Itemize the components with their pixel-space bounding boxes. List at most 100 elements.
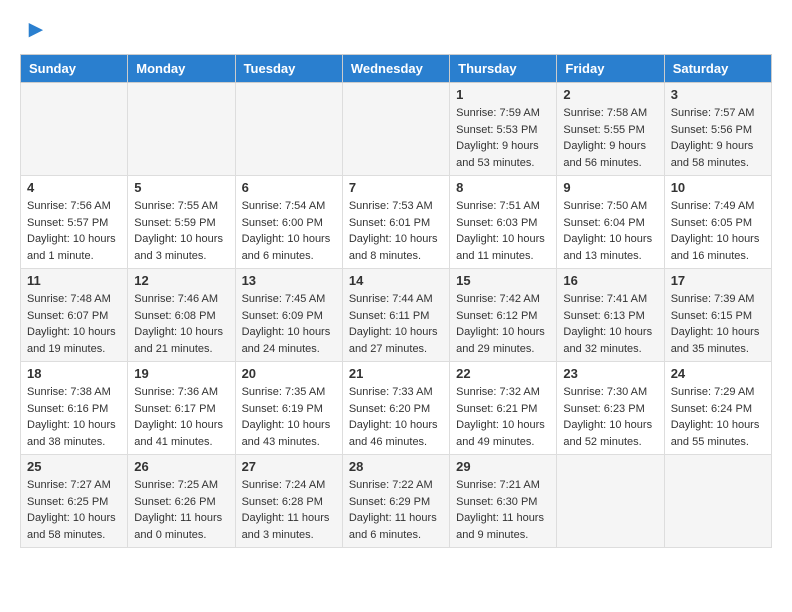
calendar-day-cell <box>664 455 771 548</box>
day-number: 17 <box>671 273 765 288</box>
day-of-week-header: Tuesday <box>235 55 342 83</box>
day-info: Sunrise: 7:53 AM Sunset: 6:01 PM Dayligh… <box>349 198 443 264</box>
calendar-day-cell: 28 Sunrise: 7:22 AM Sunset: 6:29 PM Dayli… <box>342 455 449 548</box>
calendar-day-cell: 18 Sunrise: 7:38 AM Sunset: 6:16 PM Dayli… <box>21 362 128 455</box>
calendar-day-cell <box>557 455 664 548</box>
calendar-header-row: SundayMondayTuesdayWednesdayThursdayFrid… <box>21 55 772 83</box>
calendar-day-cell: 10Sunrise: 7:49 AM Sunset: 6:05 PM Dayli… <box>664 176 771 269</box>
calendar-day-cell: 25 Sunrise: 7:27 AM Sunset: 6:25 PM Dayli… <box>21 455 128 548</box>
day-number: 2 <box>563 87 657 102</box>
day-info: Sunrise: 7:48 AM Sunset: 6:07 PM Dayligh… <box>27 291 121 357</box>
day-info: Sunrise: 7:55 AM Sunset: 5:59 PM Dayligh… <box>134 198 228 264</box>
day-number: 26 <box>134 459 228 474</box>
calendar-day-cell <box>128 83 235 176</box>
day-info: Sunrise: 7:41 AM Sunset: 6:13 PM Dayligh… <box>563 291 657 357</box>
day-info: Sunrise: 7:22 AM Sunset: 6:29 PM Dayligh… <box>349 477 443 543</box>
day-number: 28 <box>349 459 443 474</box>
day-info: Sunrise: 7:44 AM Sunset: 6:11 PM Dayligh… <box>349 291 443 357</box>
day-number: 29 <box>456 459 550 474</box>
calendar-day-cell: 24 Sunrise: 7:29 AM Sunset: 6:24 PM Dayli… <box>664 362 771 455</box>
calendar-day-cell: 20 Sunrise: 7:35 AM Sunset: 6:19 PM Dayli… <box>235 362 342 455</box>
day-number: 14 <box>349 273 443 288</box>
day-number: 13 <box>242 273 336 288</box>
day-info: Sunrise: 7:29 AM Sunset: 6:24 PM Dayligh… <box>671 384 765 450</box>
day-number: 5 <box>134 180 228 195</box>
day-info: Sunrise: 7:36 AM Sunset: 6:17 PM Dayligh… <box>134 384 228 450</box>
calendar-day-cell: 7 Sunrise: 7:53 AM Sunset: 6:01 PM Daylig… <box>342 176 449 269</box>
calendar-day-cell: 13Sunrise: 7:45 AM Sunset: 6:09 PM Dayli… <box>235 269 342 362</box>
day-info: Sunrise: 7:59 AM Sunset: 5:53 PM Dayligh… <box>456 105 550 171</box>
calendar-day-cell: 15 Sunrise: 7:42 AM Sunset: 6:12 PM Dayli… <box>450 269 557 362</box>
calendar-day-cell <box>235 83 342 176</box>
logo-bird-icon: ► <box>24 16 48 44</box>
day-number: 19 <box>134 366 228 381</box>
day-info: Sunrise: 7:57 AM Sunset: 5:56 PM Dayligh… <box>671 105 765 171</box>
day-number: 7 <box>349 180 443 195</box>
calendar-day-cell: 16 Sunrise: 7:41 AM Sunset: 6:13 PM Dayli… <box>557 269 664 362</box>
day-number: 23 <box>563 366 657 381</box>
day-info: Sunrise: 7:35 AM Sunset: 6:19 PM Dayligh… <box>242 384 336 450</box>
day-info: Sunrise: 7:39 AM Sunset: 6:15 PM Dayligh… <box>671 291 765 357</box>
calendar-day-cell: 29 Sunrise: 7:21 AM Sunset: 6:30 PM Dayli… <box>450 455 557 548</box>
calendar-day-cell: 3 Sunrise: 7:57 AM Sunset: 5:56 PM Daylig… <box>664 83 771 176</box>
day-info: Sunrise: 7:32 AM Sunset: 6:21 PM Dayligh… <box>456 384 550 450</box>
day-info: Sunrise: 7:42 AM Sunset: 6:12 PM Dayligh… <box>456 291 550 357</box>
day-number: 22 <box>456 366 550 381</box>
day-number: 9 <box>563 180 657 195</box>
day-number: 27 <box>242 459 336 474</box>
calendar-week-row: 1 Sunrise: 7:59 AM Sunset: 5:53 PM Daylig… <box>21 83 772 176</box>
day-info: Sunrise: 7:21 AM Sunset: 6:30 PM Dayligh… <box>456 477 550 543</box>
day-number: 3 <box>671 87 765 102</box>
calendar-week-row: 4 Sunrise: 7:56 AM Sunset: 5:57 PM Daylig… <box>21 176 772 269</box>
day-number: 8 <box>456 180 550 195</box>
day-of-week-header: Thursday <box>450 55 557 83</box>
calendar-week-row: 25 Sunrise: 7:27 AM Sunset: 6:25 PM Dayli… <box>21 455 772 548</box>
calendar-day-cell: 27 Sunrise: 7:24 AM Sunset: 6:28 PM Dayli… <box>235 455 342 548</box>
day-of-week-header: Sunday <box>21 55 128 83</box>
day-info: Sunrise: 7:54 AM Sunset: 6:00 PM Dayligh… <box>242 198 336 264</box>
calendar-day-cell: 26 Sunrise: 7:25 AM Sunset: 6:26 PM Dayli… <box>128 455 235 548</box>
day-number: 24 <box>671 366 765 381</box>
calendar-day-cell: 5 Sunrise: 7:55 AM Sunset: 5:59 PM Daylig… <box>128 176 235 269</box>
day-info: Sunrise: 7:25 AM Sunset: 6:26 PM Dayligh… <box>134 477 228 543</box>
calendar-week-row: 18 Sunrise: 7:38 AM Sunset: 6:16 PM Dayli… <box>21 362 772 455</box>
calendar-day-cell <box>21 83 128 176</box>
calendar-day-cell: 19 Sunrise: 7:36 AM Sunset: 6:17 PM Dayli… <box>128 362 235 455</box>
day-of-week-header: Saturday <box>664 55 771 83</box>
calendar-day-cell: 1 Sunrise: 7:59 AM Sunset: 5:53 PM Daylig… <box>450 83 557 176</box>
day-info: Sunrise: 7:50 AM Sunset: 6:04 PM Dayligh… <box>563 198 657 264</box>
calendar-day-cell: 8Sunrise: 7:51 AM Sunset: 6:03 PM Daylig… <box>450 176 557 269</box>
calendar-day-cell <box>342 83 449 176</box>
day-info: Sunrise: 7:56 AM Sunset: 5:57 PM Dayligh… <box>27 198 121 264</box>
day-info: Sunrise: 7:30 AM Sunset: 6:23 PM Dayligh… <box>563 384 657 450</box>
calendar-day-cell: 9 Sunrise: 7:50 AM Sunset: 6:04 PM Daylig… <box>557 176 664 269</box>
calendar-day-cell: 23 Sunrise: 7:30 AM Sunset: 6:23 PM Dayli… <box>557 362 664 455</box>
day-number: 21 <box>349 366 443 381</box>
day-of-week-header: Wednesday <box>342 55 449 83</box>
day-of-week-header: Monday <box>128 55 235 83</box>
calendar-day-cell: 4 Sunrise: 7:56 AM Sunset: 5:57 PM Daylig… <box>21 176 128 269</box>
calendar-day-cell: 14 Sunrise: 7:44 AM Sunset: 6:11 PM Dayli… <box>342 269 449 362</box>
calendar-week-row: 11Sunrise: 7:48 AM Sunset: 6:07 PM Dayli… <box>21 269 772 362</box>
calendar-day-cell: 6Sunrise: 7:54 AM Sunset: 6:00 PM Daylig… <box>235 176 342 269</box>
calendar-day-cell: 17 Sunrise: 7:39 AM Sunset: 6:15 PM Dayli… <box>664 269 771 362</box>
calendar-table: SundayMondayTuesdayWednesdayThursdayFrid… <box>20 54 772 548</box>
day-number: 16 <box>563 273 657 288</box>
day-info: Sunrise: 7:24 AM Sunset: 6:28 PM Dayligh… <box>242 477 336 543</box>
day-number: 20 <box>242 366 336 381</box>
day-info: Sunrise: 7:33 AM Sunset: 6:20 PM Dayligh… <box>349 384 443 450</box>
day-number: 18 <box>27 366 121 381</box>
calendar-day-cell: 11Sunrise: 7:48 AM Sunset: 6:07 PM Dayli… <box>21 269 128 362</box>
calendar-day-cell: 21 Sunrise: 7:33 AM Sunset: 6:20 PM Dayli… <box>342 362 449 455</box>
day-info: Sunrise: 7:38 AM Sunset: 6:16 PM Dayligh… <box>27 384 121 450</box>
day-number: 4 <box>27 180 121 195</box>
day-info: Sunrise: 7:27 AM Sunset: 6:25 PM Dayligh… <box>27 477 121 543</box>
day-number: 12 <box>134 273 228 288</box>
day-number: 15 <box>456 273 550 288</box>
day-number: 25 <box>27 459 121 474</box>
page-header: ► <box>20 16 772 44</box>
day-info: Sunrise: 7:49 AM Sunset: 6:05 PM Dayligh… <box>671 198 765 264</box>
day-number: 1 <box>456 87 550 102</box>
logo: ► <box>20 16 48 44</box>
calendar-day-cell: 12Sunrise: 7:46 AM Sunset: 6:08 PM Dayli… <box>128 269 235 362</box>
